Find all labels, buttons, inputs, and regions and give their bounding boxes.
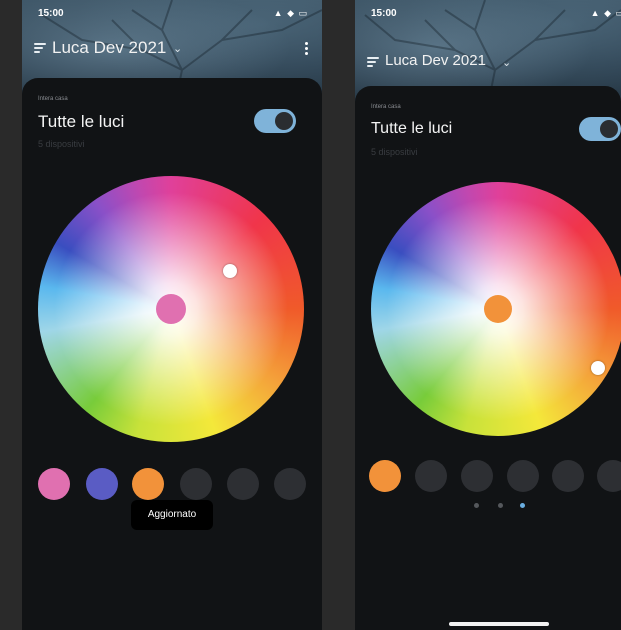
color-swatch[interactable]: [227, 468, 259, 500]
room-label: Intera casa: [38, 96, 68, 102]
selected-color-preview: [484, 295, 512, 323]
status-bar: 15:00 ▲ ◆ ▭: [355, 6, 621, 22]
home-title[interactable]: Luca Dev 2021: [385, 52, 486, 69]
color-swatch[interactable]: [552, 460, 584, 492]
color-swatch[interactable]: [132, 468, 164, 500]
signal-wifi-battery-icon: ▲ ◆ ▭: [273, 8, 308, 18]
color-swatch[interactable]: [274, 468, 306, 500]
color-swatch[interactable]: [38, 468, 70, 500]
device-count: 5 dispositivi: [371, 147, 418, 157]
page-dot-active[interactable]: [520, 503, 525, 508]
app-bar: Luca Dev 2021 ⌄: [22, 36, 322, 62]
color-wheel[interactable]: [38, 176, 304, 442]
chevron-down-icon[interactable]: ⌄: [173, 42, 182, 55]
phone-screen-2: 15:00 ▲ ◆ ▭ Luca Dev 2021 ⌄ Intera casa …: [355, 0, 621, 630]
light-control-sheet: Intera casa Tutte le luci 5 dispositivi: [355, 86, 621, 630]
light-control-sheet: Intera casa Tutte le luci 5 dispositivi: [22, 78, 322, 630]
menu-icon[interactable]: [367, 57, 379, 67]
group-title: Tutte le luci: [38, 112, 125, 131]
room-label: Intera casa: [371, 104, 401, 110]
selected-color-preview: [156, 294, 186, 324]
status-time: 15:00: [38, 8, 64, 19]
color-wheel[interactable]: [371, 182, 621, 436]
lights-toggle[interactable]: [254, 109, 296, 133]
color-swatch[interactable]: [415, 460, 447, 492]
menu-icon[interactable]: [34, 43, 46, 53]
status-bar: 15:00 ▲ ◆ ▭: [22, 6, 322, 22]
color-swatch[interactable]: [507, 460, 539, 492]
home-indicator[interactable]: [449, 622, 549, 626]
color-swatch[interactable]: [461, 460, 493, 492]
app-bar: Luca Dev 2021 ⌄: [355, 50, 621, 76]
more-options-icon[interactable]: [305, 42, 308, 57]
home-title[interactable]: Luca Dev 2021: [52, 38, 166, 58]
group-title: Tutte le luci: [371, 120, 453, 137]
page-dot[interactable]: [498, 503, 503, 508]
color-picker-handle[interactable]: [223, 264, 237, 278]
color-swatch[interactable]: [597, 460, 621, 492]
color-swatch[interactable]: [369, 460, 401, 492]
toggle-knob: [600, 120, 618, 138]
page-dot[interactable]: [474, 503, 479, 508]
color-picker-handle[interactable]: [591, 361, 605, 375]
chevron-down-icon[interactable]: ⌄: [502, 56, 511, 69]
signal-wifi-battery-icon: ▲ ◆ ▭: [590, 8, 621, 18]
phone-screen-1: 15:00 ▲ ◆ ▭ Luca Dev 2021 ⌄ Intera casa …: [22, 0, 322, 630]
lights-toggle[interactable]: [579, 117, 621, 141]
color-swatch[interactable]: [180, 468, 212, 500]
color-swatch[interactable]: [86, 468, 118, 500]
status-time: 15:00: [371, 8, 397, 19]
device-count: 5 dispositivi: [38, 139, 85, 149]
toggle-knob: [275, 112, 293, 130]
toast-message: Aggiornato: [131, 500, 213, 530]
